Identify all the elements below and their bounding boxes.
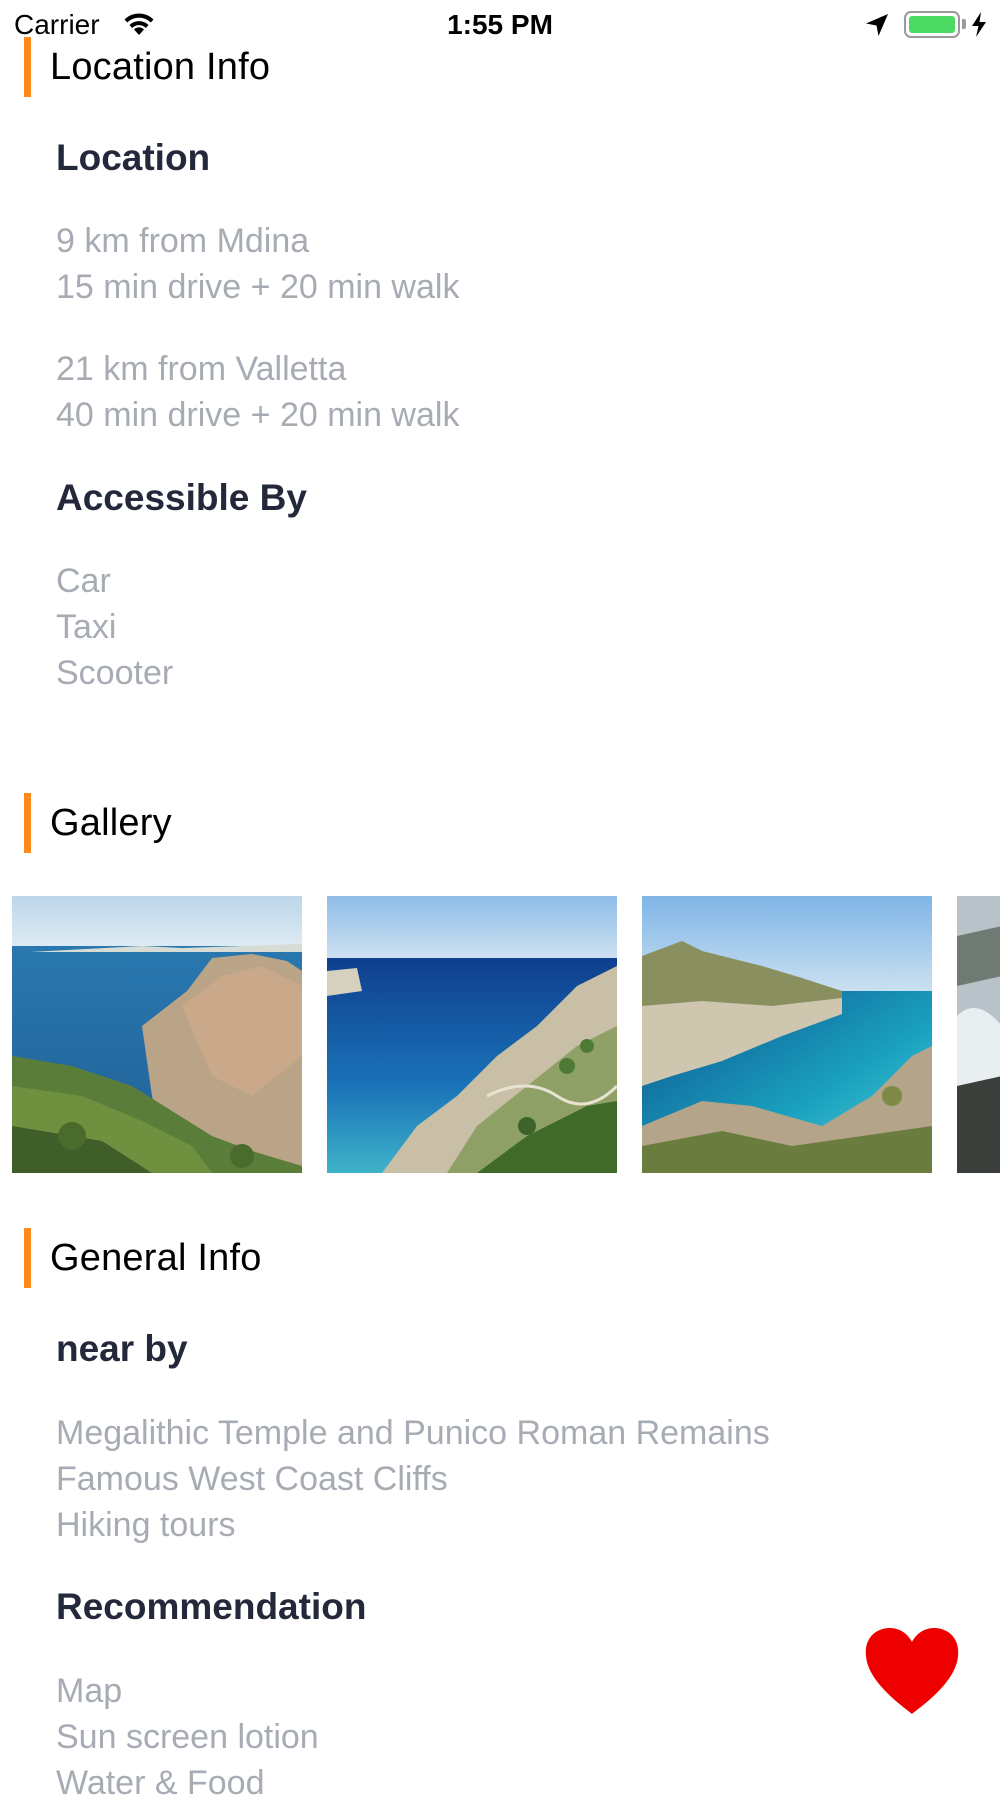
recommendation-item: Map	[56, 1672, 123, 1710]
battery-tip	[962, 19, 966, 29]
battery-level	[909, 16, 955, 33]
section-accent-bar	[24, 1228, 31, 1288]
accessible-by-item: Taxi	[56, 608, 117, 646]
location-arrow-icon	[866, 14, 888, 36]
status-bar: Carrier 1:55 PM	[0, 0, 1000, 50]
location-valletta-text: 21 km from Valletta 40 min drive + 20 mi…	[56, 346, 459, 438]
location-line: 9 km from Mdina	[56, 222, 310, 260]
accessible-by-heading: Accessible By	[56, 477, 307, 518]
near-by-item: Hiking tours	[56, 1506, 236, 1544]
section-title: Gallery	[50, 802, 172, 844]
section-header-gallery: Gallery	[24, 793, 924, 853]
near-by-item: Famous West Coast Cliffs	[56, 1460, 448, 1498]
location-mdina-text: 9 km from Mdina 15 min drive + 20 min wa…	[56, 218, 459, 310]
location-line: 15 min drive + 20 min walk	[56, 268, 460, 306]
clock: 1:55 PM	[447, 9, 553, 40]
near-by-list: Megalithic Temple and Punico Roman Remai…	[56, 1410, 770, 1548]
location-line: 40 min drive + 20 min walk	[56, 396, 460, 434]
charging-bolt-icon	[972, 12, 986, 37]
recommendation-item: Sun screen lotion	[56, 1718, 319, 1756]
gallery-carousel[interactable]	[0, 896, 1000, 1173]
section-title: General Info	[50, 1237, 262, 1279]
section-accent-bar	[24, 793, 31, 853]
battery-icon	[904, 11, 960, 38]
near-by-item: Megalithic Temple and Punico Roman Remai…	[56, 1414, 770, 1452]
gallery-photo[interactable]	[957, 896, 1000, 1173]
section-header-general-info: General Info	[24, 1228, 924, 1288]
location-line: 21 km from Valletta	[56, 350, 347, 388]
recommendation-list: Map Sun screen lotion Water & Food	[56, 1668, 319, 1806]
recommendation-heading: Recommendation	[56, 1586, 367, 1627]
gallery-photo[interactable]	[642, 896, 932, 1173]
location-heading: Location	[56, 137, 211, 178]
accessible-by-item: Scooter	[56, 654, 174, 692]
recommendation-item: Water & Food	[56, 1764, 265, 1802]
heart-icon[interactable]	[864, 1626, 960, 1716]
gallery-photo[interactable]	[327, 896, 617, 1173]
accessible-by-item: Car	[56, 562, 111, 600]
accessible-by-list: Car Taxi Scooter	[56, 558, 173, 696]
gallery-photo[interactable]	[12, 896, 302, 1173]
near-by-heading: near by	[56, 1328, 188, 1369]
